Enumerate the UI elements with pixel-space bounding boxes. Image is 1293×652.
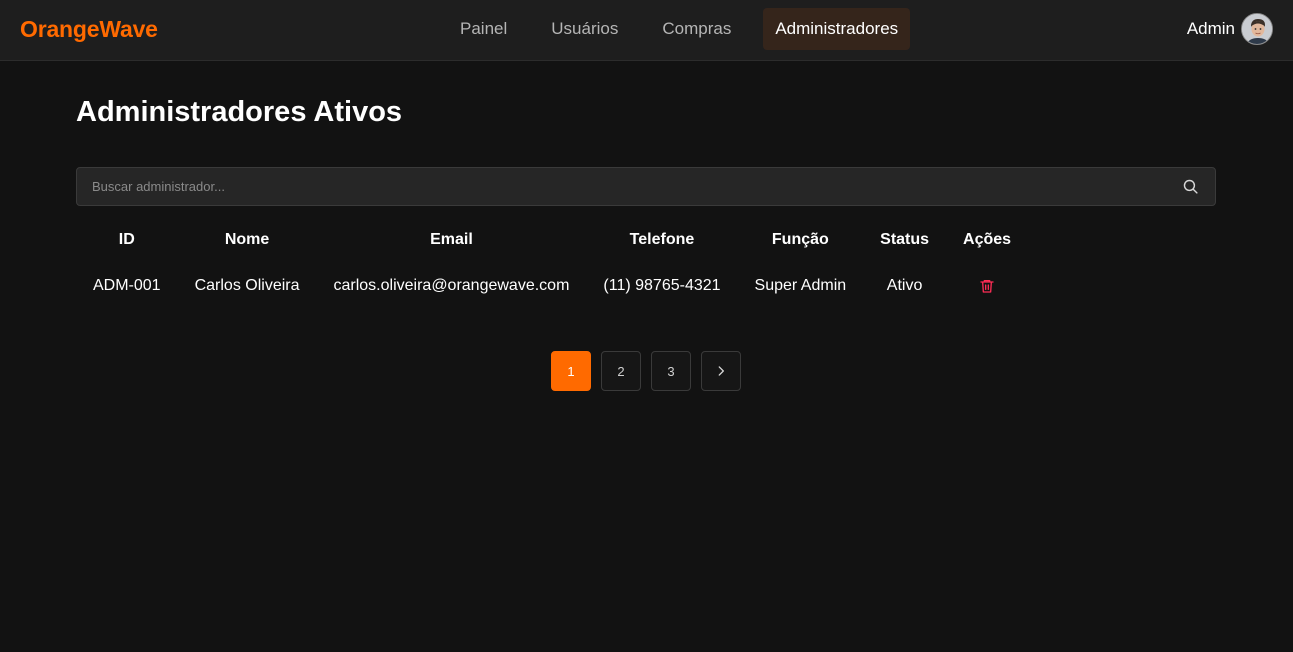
table-header-row: ID Nome Email Telefone Função Status Açõ… — [76, 220, 1011, 260]
next-page-button[interactable] — [701, 351, 741, 391]
user-avatar[interactable] — [1241, 13, 1273, 45]
column-header-status: Status — [880, 231, 930, 248]
column-header-funcao: Função — [771, 231, 829, 248]
column-header-nome: Nome — [224, 231, 270, 248]
brand-logo[interactable]: OrangeWave — [20, 16, 158, 43]
nav-item-compras[interactable]: Compras — [650, 8, 743, 50]
page-button-3[interactable]: 3 — [651, 351, 691, 391]
main-nav: Painel Usuários Compras Administradores — [448, 8, 930, 50]
column-header-acoes: Ações — [963, 231, 1012, 248]
nav-item-administradores[interactable]: Administradores — [763, 8, 911, 50]
user-menu[interactable]: Admin — [1187, 13, 1273, 45]
cell-email: carlos.oliveira@orangewave.com — [333, 277, 570, 294]
cell-actions — [946, 260, 1011, 312]
search-icon[interactable] — [1182, 178, 1199, 195]
search-bar — [76, 167, 1216, 206]
top-navbar: OrangeWave Painel Usuários Compras Admin… — [0, 0, 1293, 61]
cell-role: Super Admin — [754, 277, 847, 294]
pagination: 1 2 3 — [551, 351, 751, 391]
chevron-right-icon — [718, 366, 724, 376]
cell-phone: (11) 98765-4321 — [603, 277, 721, 294]
nav-item-painel[interactable]: Painel — [448, 8, 519, 50]
page-button-1[interactable]: 1 — [551, 351, 591, 391]
column-header-id: ID — [118, 231, 135, 248]
cell-status: Ativo — [886, 277, 923, 294]
avatar-image — [1242, 14, 1272, 44]
page-button-2[interactable]: 2 — [601, 351, 641, 391]
page-title: Administradores Ativos — [76, 96, 403, 128]
trash-icon[interactable] — [979, 278, 995, 294]
user-name: Admin — [1186, 19, 1235, 38]
column-header-email: Email — [430, 231, 473, 248]
cell-id: ADM-001 — [93, 277, 161, 294]
cell-name: Carlos Oliveira — [194, 277, 300, 294]
admins-table: ID Nome Email Telefone Função Status Açõ… — [76, 220, 1011, 312]
table-row: ADM-001 Carlos Oliveira carlos.oliveira@… — [76, 260, 1011, 312]
column-header-telefone: Telefone — [629, 231, 695, 248]
search-input[interactable] — [77, 168, 1167, 205]
nav-item-usuarios[interactable]: Usuários — [539, 8, 630, 50]
